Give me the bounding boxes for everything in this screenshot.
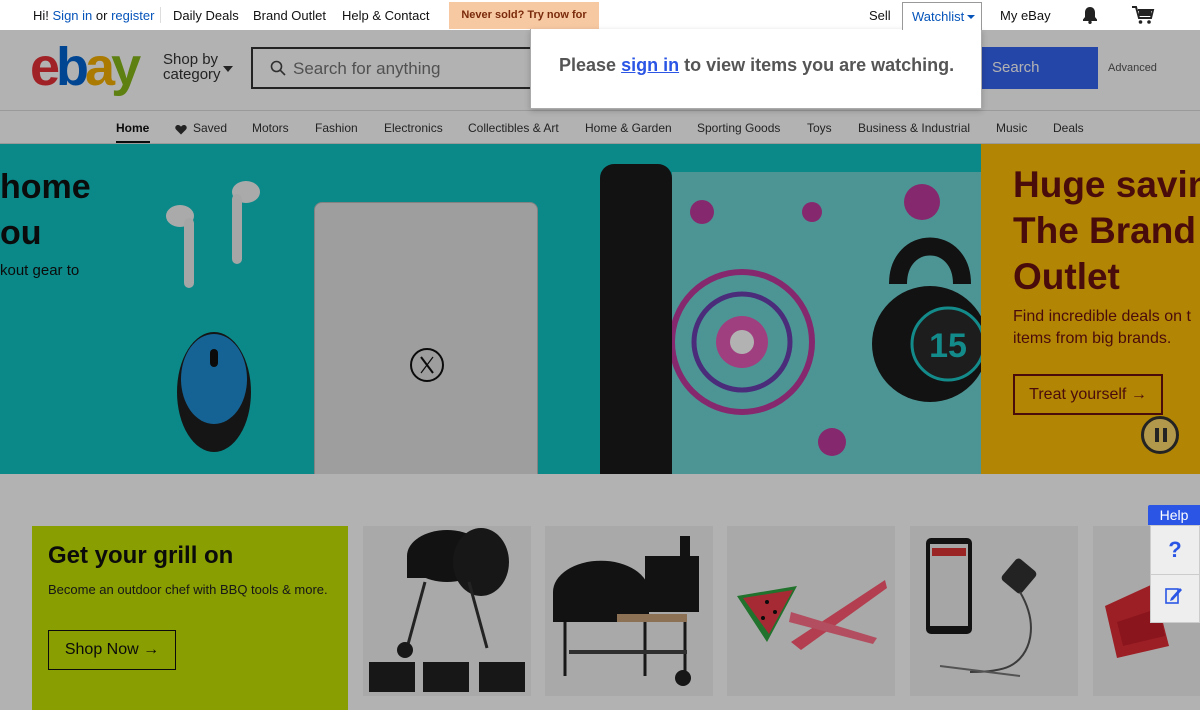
cart-icon[interactable] — [1131, 5, 1155, 28]
or-text: or — [95, 8, 108, 23]
feedback-icon[interactable] — [1165, 586, 1183, 609]
watchlist-label: Watchlist — [912, 9, 965, 24]
my-ebay-link[interactable]: My eBay — [1000, 8, 1051, 23]
divider — [160, 7, 161, 23]
chevron-down-icon — [967, 15, 975, 19]
help-widget: ? — [1150, 525, 1200, 623]
help-contact-link[interactable]: Help & Contact — [342, 8, 429, 23]
greeting: Hi! — [33, 8, 49, 23]
promo-banner[interactable]: Never sold? Try now for free! — [449, 2, 599, 48]
top-utility-bar: Hi! Sign in or register Daily Deals Bran… — [0, 0, 1200, 48]
watchlist-message-prefix: Please — [559, 55, 617, 75]
divider — [1151, 574, 1199, 575]
help-tab[interactable]: Help — [1148, 505, 1200, 525]
watchlist-popup: Please sign in to view items you are wat… — [530, 29, 982, 109]
popup-sign-in-link[interactable]: sign in — [621, 55, 679, 75]
sign-in-link[interactable]: Sign in — [53, 8, 93, 23]
watchlist-message: Please sign in to view items you are wat… — [559, 55, 954, 76]
question-icon[interactable]: ? — [1151, 530, 1199, 570]
register-link[interactable]: register — [111, 8, 154, 23]
bell-icon[interactable] — [1082, 6, 1098, 27]
sell-link[interactable]: Sell — [869, 8, 891, 23]
greeting-text: Hi! Sign in or register — [33, 8, 154, 23]
watchlist-tab[interactable]: Watchlist — [902, 2, 982, 30]
page-dim-overlay[interactable] — [0, 30, 1200, 710]
brand-outlet-link[interactable]: Brand Outlet — [253, 8, 326, 23]
daily-deals-link[interactable]: Daily Deals — [173, 8, 239, 23]
watchlist-message-suffix: to view items you are watching. — [684, 55, 955, 75]
